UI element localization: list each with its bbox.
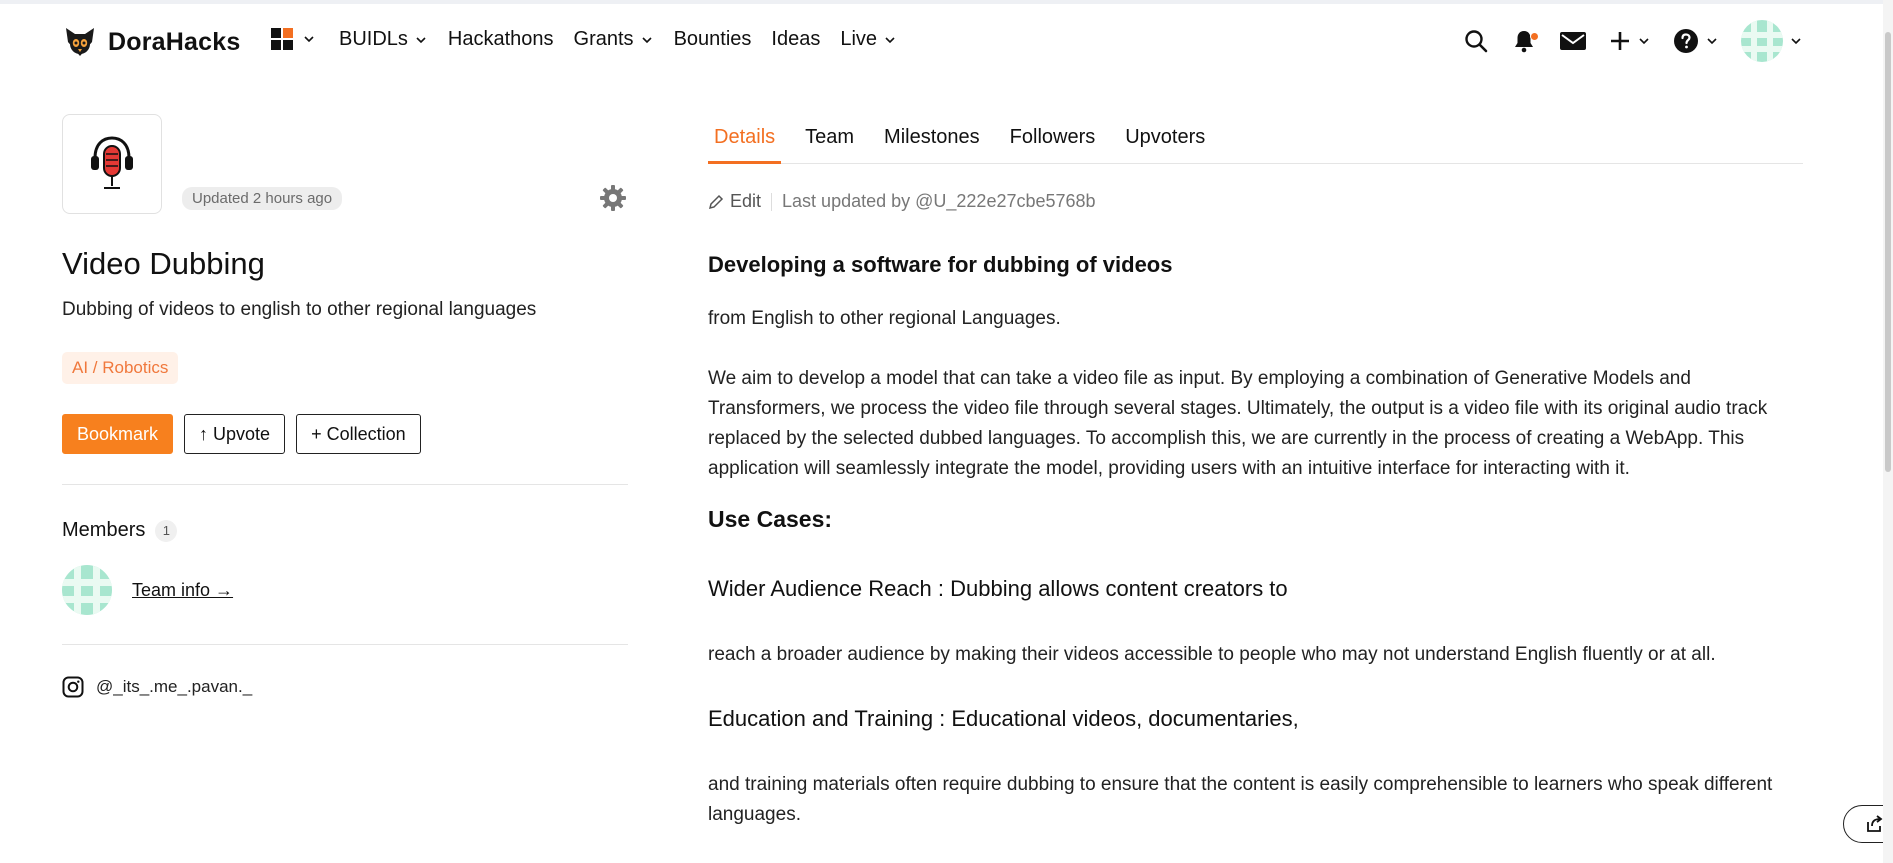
- instagram-handle: @_its_.me_.pavan._: [96, 677, 253, 696]
- divider: [62, 484, 628, 485]
- main-nav: BUIDLs Hackathons Grants Bounties Ideas …: [339, 28, 897, 51]
- nav-buidls-label: BUIDLs: [339, 28, 408, 50]
- members-count-badge: 1: [155, 519, 178, 542]
- user-menu[interactable]: [1741, 20, 1803, 62]
- members-title: Members: [62, 519, 146, 541]
- tab-milestones[interactable]: Milestones: [878, 126, 986, 164]
- nav-ideas-label: Ideas: [771, 28, 821, 50]
- podcast-microphone-icon: [91, 136, 133, 189]
- mail-icon: [1560, 32, 1586, 50]
- bookmark-button[interactable]: Bookmark: [62, 414, 174, 454]
- nav-buidls[interactable]: BUIDLs: [339, 28, 428, 51]
- edit-bar: Edit Last updated by @U_222e27cbe5768b: [708, 191, 1096, 212]
- project-title: Video Dubbing: [62, 246, 265, 281]
- edit-button[interactable]: Edit: [708, 191, 761, 212]
- members-header: Members 1: [62, 519, 178, 542]
- apps-menu[interactable]: [270, 27, 316, 51]
- tab-followers[interactable]: Followers: [1004, 126, 1102, 164]
- header-actions: [1463, 20, 1803, 62]
- search-icon: [1465, 30, 1488, 53]
- project-actions: Bookmark ↑ Upvote + Collection: [62, 414, 421, 454]
- chevron-down-icon: [1707, 38, 1717, 45]
- create-menu[interactable]: [1609, 30, 1651, 52]
- nav-ideas[interactable]: Ideas: [771, 28, 820, 51]
- tab-details[interactable]: Details: [708, 126, 782, 164]
- user-avatar: [1741, 20, 1783, 62]
- project-tabs: Details Team Milestones Followers Upvote…: [708, 126, 1803, 164]
- divider: [62, 644, 628, 645]
- apps-grid-icon: [271, 28, 293, 50]
- member-avatar[interactable]: [62, 565, 112, 615]
- upvote-button[interactable]: ↑ Upvote: [184, 414, 286, 454]
- use-case-2-text: and training materials often require dub…: [708, 774, 1773, 825]
- dorahacks-logo-icon: [66, 28, 94, 56]
- nav-grants[interactable]: Grants: [574, 28, 654, 51]
- pencil-icon: [708, 194, 724, 209]
- instagram-icon: [62, 676, 84, 698]
- brand-logo[interactable]: DoraHacks: [62, 22, 240, 62]
- add-collection-button[interactable]: + Collection: [296, 414, 421, 454]
- share-icon: [1867, 815, 1883, 832]
- chevron-down-icon: [1791, 38, 1801, 45]
- project-subtitle: Dubbing of videos to english to other re…: [62, 299, 537, 320]
- help-menu[interactable]: [1673, 28, 1719, 54]
- page-scrollbar[interactable]: [1883, 0, 1893, 863]
- nav-grants-label: Grants: [573, 28, 634, 50]
- details-intro: from English to other regional Languages…: [708, 308, 1061, 329]
- nav-live[interactable]: Live: [840, 28, 897, 51]
- last-updated-text: Last updated by @U_222e27cbe5768b: [782, 191, 1096, 211]
- project-settings-button[interactable]: [599, 184, 627, 217]
- search-button[interactable]: [1463, 28, 1489, 54]
- chevron-down-icon: [641, 36, 652, 43]
- member-row: Team info →: [62, 565, 233, 615]
- nav-bounties[interactable]: Bounties: [674, 28, 752, 51]
- details-paragraph: We aim to develop a model that can take …: [708, 368, 1768, 479]
- top-navigation: DoraHacks BUIDLs Hackathons Grants Bount…: [0, 4, 1893, 76]
- edit-label: Edit: [730, 191, 762, 211]
- project-logo: [62, 114, 162, 214]
- nav-live-label: Live: [840, 28, 878, 50]
- chevron-down-icon: [416, 36, 426, 43]
- category-tag[interactable]: AI / Robotics: [62, 352, 179, 384]
- messages-button[interactable]: [1559, 29, 1587, 53]
- gear-icon: [600, 185, 626, 211]
- use-case-2-title: Education and Training : Educational vid…: [708, 706, 1299, 731]
- help-icon: [1674, 29, 1698, 53]
- notification-dot: [1530, 32, 1539, 41]
- team-info-link[interactable]: Team info →: [132, 580, 233, 601]
- scrollbar-thumb[interactable]: [1885, 32, 1891, 472]
- chevron-down-icon: [304, 36, 314, 43]
- chevron-down-icon: [885, 36, 895, 43]
- updated-badge: Updated 2 hours ago: [182, 187, 343, 210]
- notifications-button[interactable]: [1511, 28, 1539, 54]
- separator: [771, 192, 773, 211]
- use-case-1-title: Wider Audience Reach : Dubbing allows co…: [708, 576, 1288, 601]
- nav-bounties-label: Bounties: [673, 28, 752, 50]
- use-case-1-text: reach a broader audience by making their…: [708, 644, 1716, 665]
- chevron-down-icon: [1639, 38, 1649, 45]
- brand-name: DoraHacks: [108, 27, 241, 56]
- plus-icon: [1611, 32, 1629, 50]
- social-link[interactable]: @_its_.me_.pavan._: [62, 676, 252, 698]
- nav-hackathons-label: Hackathons: [447, 28, 554, 50]
- tab-upvoters[interactable]: Upvoters: [1119, 126, 1211, 164]
- tab-team[interactable]: Team: [799, 126, 860, 164]
- nav-hackathons[interactable]: Hackathons: [448, 28, 554, 51]
- use-cases-heading: Use Cases:: [708, 506, 833, 532]
- details-heading: Developing a software for dubbing of vid…: [708, 252, 1173, 277]
